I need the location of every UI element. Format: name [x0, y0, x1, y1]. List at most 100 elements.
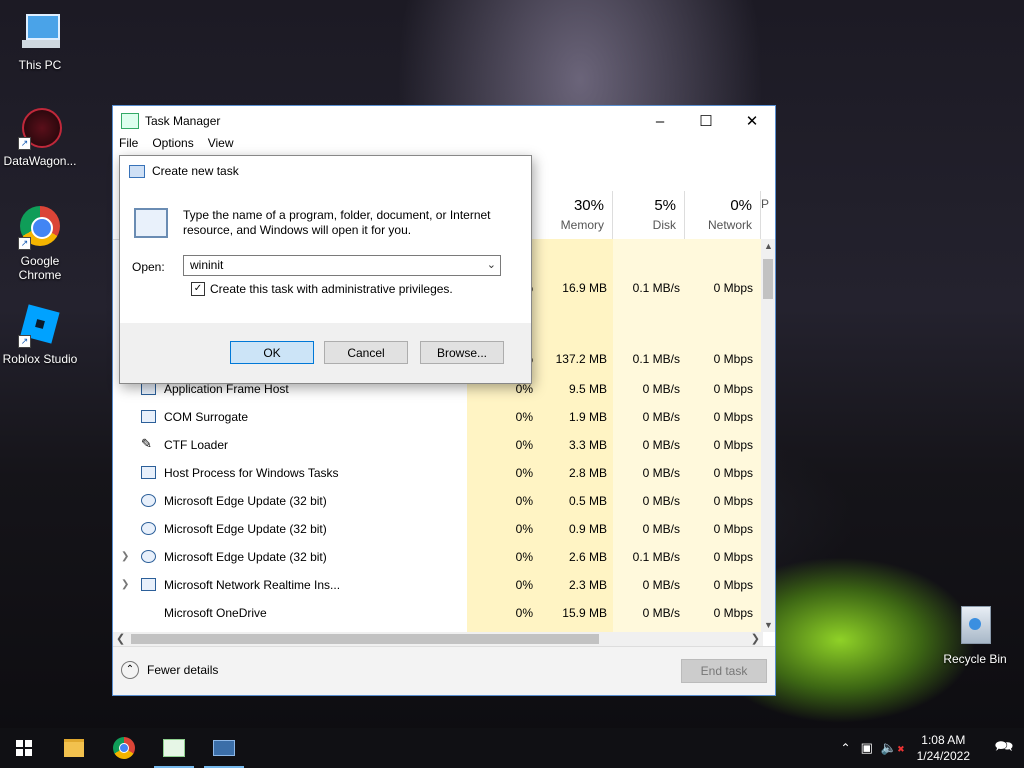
run-program-icon [134, 208, 168, 238]
table-row[interactable]: Microsoft Edge Update (32 bit) 0% 0.5 MB… [113, 487, 763, 515]
memory-label: Memory [560, 218, 604, 232]
taskbar-run-dialog[interactable] [200, 728, 248, 768]
shortcut-arrow-icon: ↗ [18, 237, 31, 250]
fewer-details-button[interactable]: ⌃ Fewer details [121, 661, 218, 679]
checkbox-checked-icon[interactable]: ✓ [191, 282, 205, 296]
disk-cell: 0 MB/s [642, 382, 680, 396]
cpu-cell: 0% [515, 550, 533, 564]
chevron-up-icon[interactable]: ⌃ [841, 741, 851, 755]
process-name: CTF Loader [164, 438, 229, 452]
minimize-button[interactable]: – [637, 106, 683, 136]
run-icon [213, 740, 235, 756]
desktop-icon-label: Recycle Bin [943, 652, 1007, 666]
cpu-cell: 0% [515, 466, 533, 480]
volume-muted-icon[interactable]: 🔈✖ [881, 740, 905, 756]
shortcut-arrow-icon: ↗ [18, 335, 31, 348]
disk-cell: 0 MB/s [642, 606, 680, 620]
column-network[interactable]: 0% Network [685, 191, 761, 239]
desktop-icon-label: Google Chrome [18, 254, 62, 282]
menu-options[interactable]: Options [152, 136, 193, 156]
desktop-icon-label: This PC [18, 58, 62, 72]
network-icon[interactable]: ▣ [861, 740, 873, 756]
edge-update-icon [141, 550, 156, 563]
desktop-icon-datawagon[interactable]: ↗ DataWagon... [0, 106, 80, 168]
desktop-icon-roblox-studio[interactable]: ↗ Roblox Studio [0, 304, 80, 366]
menu-view[interactable]: View [208, 136, 234, 156]
network-cell: 0 Mbps [713, 578, 753, 592]
shortcut-arrow-icon: ↗ [18, 137, 31, 150]
taskbar-task-manager[interactable] [150, 728, 198, 768]
expand-chevron-icon[interactable]: ❯ [121, 551, 129, 562]
table-row[interactable]: Host Process for Windows Tasks 0% 2.8 MB… [113, 459, 763, 487]
chevron-down-icon[interactable]: ⌄ [487, 258, 496, 271]
open-combobox[interactable]: wininit ⌄ [183, 255, 501, 276]
memory-cell: 15.9 MB [562, 606, 607, 620]
table-row[interactable]: Microsoft Edge Update (32 bit) 0% 0.9 MB… [113, 515, 763, 543]
maximize-button[interactable]: ☐ [683, 106, 729, 136]
disk-cell: 0.1 MB/s [632, 352, 680, 366]
disk-cell: 0 MB/s [642, 410, 680, 424]
table-row[interactable]: ❯ Microsoft Edge Update (32 bit) 0% 2.6 … [113, 543, 763, 571]
dialog-title-bar[interactable]: Create new task [120, 156, 531, 186]
memory-cell: 2.8 MB [568, 466, 607, 480]
desktop-icon-label: DataWagon... [3, 154, 77, 168]
network-cell: 0 Mbps [713, 410, 753, 424]
taskbar-chrome[interactable] [100, 728, 148, 768]
horizontal-scrollbar[interactable]: ❮ ❯ [113, 632, 763, 646]
network-cell: 0 Mbps [713, 606, 753, 620]
disk-percent: 5% [654, 197, 676, 214]
column-disk[interactable]: 5% Disk [613, 191, 685, 239]
network-cell: 0 Mbps [713, 281, 753, 295]
roblox-studio-icon: ↗ [18, 304, 62, 348]
memory-cell: 16.9 MB [562, 281, 607, 295]
table-row[interactable]: ❯ Microsoft Network Realtime Ins... 0% 2… [113, 571, 763, 599]
start-button[interactable] [0, 728, 48, 768]
table-row[interactable]: ✎ CTF Loader 0% 3.3 MB 0 MB/s 0 Mbps [113, 431, 763, 459]
pen-icon: ✎ [141, 436, 152, 451]
scroll-left-icon[interactable]: ❮ [116, 632, 125, 645]
system-tray: ⌃ ▣ 🔈✖ 1:08 AM 1/24/2022 🗪 [841, 728, 1024, 768]
scroll-thumb[interactable] [131, 634, 599, 644]
column-power[interactable]: P [761, 191, 775, 239]
cpu-cell: 0% [515, 438, 533, 452]
computer-icon [18, 10, 62, 54]
memory-percent: 30% [573, 197, 604, 214]
close-button[interactable]: ✕ [729, 106, 775, 136]
memory-cell: 2.6 MB [568, 550, 607, 564]
desktop-icon-google-chrome[interactable]: ↗ Google Chrome [0, 206, 80, 282]
fewer-details-label: Fewer details [147, 663, 219, 677]
edge-update-icon [141, 522, 156, 535]
scroll-thumb[interactable] [763, 259, 773, 299]
desktop-icon-recycle-bin[interactable]: Recycle Bin [935, 604, 1015, 666]
column-memory[interactable]: 30% Memory [540, 191, 613, 239]
memory-cell: 0.5 MB [568, 494, 607, 508]
scroll-up-icon[interactable]: ▲ [764, 241, 773, 251]
expand-chevron-icon[interactable]: ❯ [121, 579, 129, 590]
notification-icon[interactable]: 🗪 [984, 736, 1024, 761]
title-bar[interactable]: Task Manager – ☐ ✕ [113, 106, 775, 136]
admin-privileges-checkbox[interactable]: ✓ Create this task with administrative p… [191, 282, 453, 296]
cancel-button[interactable]: Cancel [324, 341, 408, 364]
process-name: COM Surrogate [164, 410, 249, 424]
run-icon [129, 164, 145, 178]
desktop-icon-this-pc[interactable]: This PC [0, 10, 80, 72]
dialog-message: Type the name of a program, folder, docu… [183, 208, 491, 237]
table-row[interactable]: Microsoft OneDrive 0% 15.9 MB 0 MB/s 0 M… [113, 599, 763, 627]
admin-privileges-label: Create this task with administrative pri… [210, 282, 453, 296]
cpu-cell: 0% [515, 606, 533, 620]
disk-cell: 0 MB/s [642, 522, 680, 536]
dialog-body: Type the name of a program, folder, docu… [120, 186, 531, 323]
vertical-scrollbar[interactable]: ▲ ▼ [761, 239, 775, 632]
create-new-task-dialog[interactable]: Create new task Type the name of a progr… [119, 155, 532, 384]
ok-button[interactable]: OK [230, 341, 314, 364]
end-task-button[interactable]: End task [681, 659, 767, 683]
clock[interactable]: 1:08 AM 1/24/2022 [917, 732, 970, 764]
open-input-value[interactable]: wininit [190, 258, 223, 272]
network-cell: 0 Mbps [713, 382, 753, 396]
browse-button[interactable]: Browse... [420, 341, 504, 364]
table-row[interactable]: COM Surrogate 0% 1.9 MB 0 MB/s 0 Mbps [113, 403, 763, 431]
taskbar-file-explorer[interactable] [50, 728, 98, 768]
scroll-down-icon[interactable]: ▼ [764, 620, 773, 630]
scroll-right-icon[interactable]: ❯ [751, 632, 760, 645]
menu-file[interactable]: File [119, 136, 138, 156]
